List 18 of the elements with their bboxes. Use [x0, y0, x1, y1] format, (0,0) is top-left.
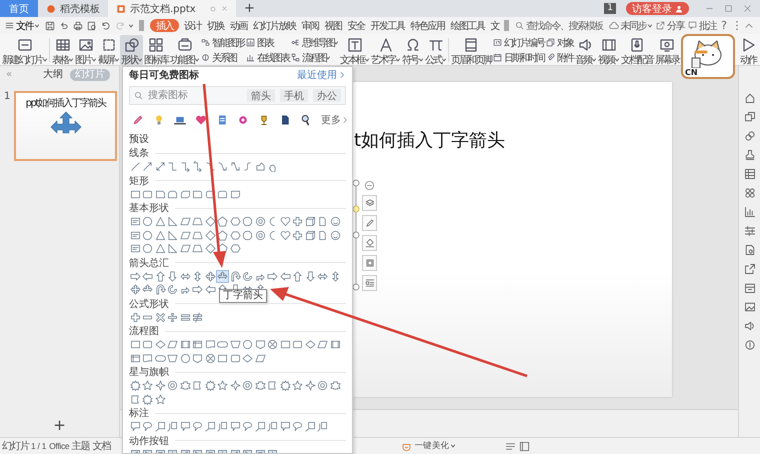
panel-title: 每日可免费图标: [129, 68, 199, 82]
section-heading: 基本形状: [129, 202, 169, 215]
section-heading: 标注: [129, 406, 149, 420]
section-heading: 箭头总汇: [129, 256, 169, 270]
section-heading: 动作按钮: [129, 434, 169, 448]
slide-title: t如何插入丁字箭头: [354, 130, 506, 151]
sticker-label: CN: [685, 68, 698, 77]
section-heading: 公式形状: [129, 298, 169, 310]
tooltip: 丁字箭头: [219, 288, 267, 302]
section-heading: 预设: [129, 133, 150, 146]
section-heading: 线条: [129, 146, 149, 160]
slide-count: 幻灯片 1 / 1: [2, 440, 46, 453]
count-badge: 1: [604, 3, 616, 14]
thumbnail-title: ppt如何插入丁字箭头: [26, 96, 106, 110]
slide-number: 1: [4, 91, 10, 104]
section-heading: 矩形: [129, 174, 149, 188]
section-heading: 星与旗帜: [129, 366, 169, 379]
section-heading: 流程图: [129, 324, 159, 338]
